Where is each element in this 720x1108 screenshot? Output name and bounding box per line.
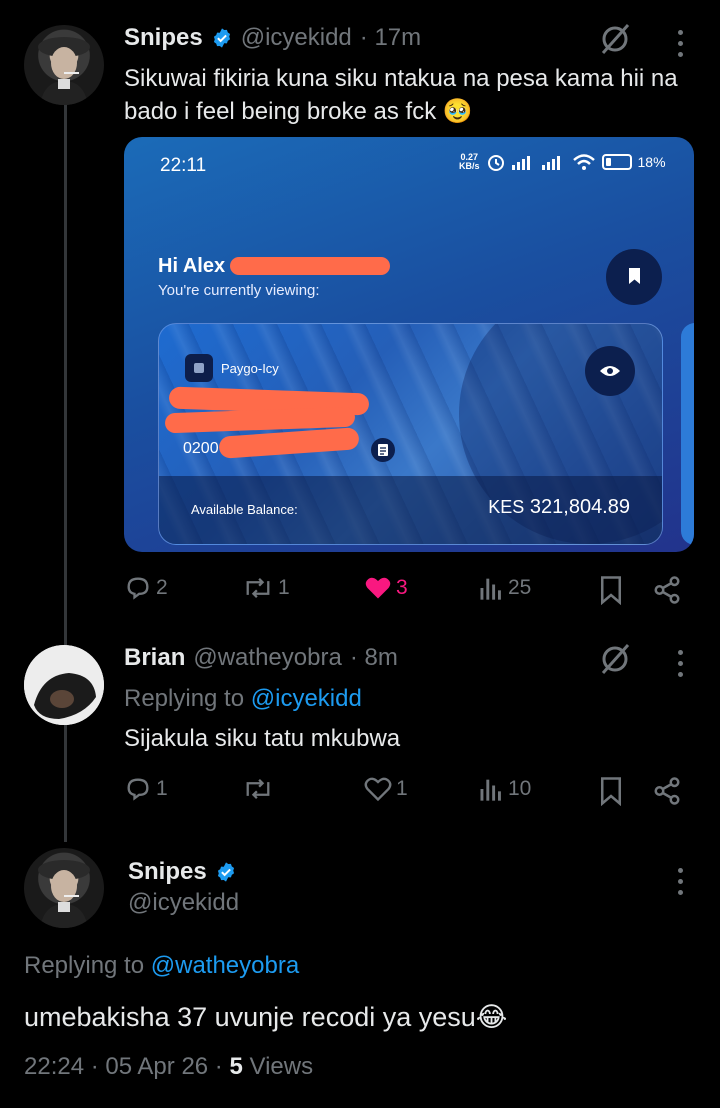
like-count: 3 <box>396 576 408 599</box>
tweet-meta: 22:24 · 05 Apr 26 · 5 Views <box>24 1053 313 1081</box>
reply-icon <box>127 778 149 801</box>
wifi-icon <box>572 154 595 170</box>
retweet-icon <box>246 578 270 598</box>
replying-to: Replying to @watheyobra <box>24 952 299 980</box>
account-name-row: Paygo-Icy <box>185 354 279 382</box>
balance-label: Available Balance: <box>191 502 298 517</box>
views-button[interactable]: 10 <box>478 775 531 803</box>
avatar-image <box>38 860 90 928</box>
next-card-peek <box>681 323 694 545</box>
avatar[interactable] <box>24 645 104 725</box>
alarm-icon <box>487 155 504 171</box>
reply-icon <box>127 577 149 600</box>
tweet-timestamp[interactable]: 22:24 · 05 Apr 26 · <box>24 1053 223 1080</box>
signal-icon <box>511 156 530 170</box>
avatar-image <box>38 37 90 105</box>
balance-value: 321,804.89 <box>529 496 630 518</box>
thread-line <box>64 104 67 652</box>
reply-button[interactable]: 1 <box>124 775 168 803</box>
replying-to: Replying to @icyekidd <box>124 685 362 713</box>
speed-unit: KB/s <box>459 161 480 171</box>
viewing-label: You're currently viewing: <box>158 282 320 299</box>
analytics-icon <box>480 578 501 600</box>
views-count: 5 <box>229 1053 243 1080</box>
handle[interactable]: @watheyobra <box>193 644 341 672</box>
eye-icon <box>585 346 635 396</box>
bookmark-icon[interactable] <box>598 776 624 806</box>
share-icon[interactable] <box>652 776 682 806</box>
bookmark-icon[interactable] <box>598 575 624 605</box>
handle[interactable]: @icyekidd <box>241 24 352 52</box>
retweet-button[interactable]: 1 <box>242 574 290 602</box>
tweet-header: Brian @watheyobra · 8m <box>124 644 398 672</box>
verified-badge-icon <box>217 862 234 882</box>
balance-bar: Available Balance: KES 321,804.89 <box>159 476 662 544</box>
avatar[interactable] <box>24 848 104 928</box>
replying-to-handle[interactable]: @watheyobra <box>151 952 299 979</box>
views-button[interactable]: 25 <box>478 574 531 602</box>
like-button[interactable]: 1 <box>364 775 408 803</box>
reply-button[interactable]: 2 <box>124 574 168 602</box>
retweet-button[interactable] <box>242 775 278 803</box>
like-count: 1 <box>396 777 408 800</box>
status-time: 22:11 <box>160 155 207 176</box>
tweet-text: Sikuwai fikiria kuna siku ntakua na pesa… <box>124 62 694 128</box>
timestamp[interactable]: · 17m <box>360 24 421 52</box>
retweet-icon <box>246 779 270 799</box>
greeting: Hi Alex <box>158 255 226 277</box>
avatar-image <box>24 645 104 725</box>
tweet-text: umebakisha 37 uvunje recodi ya yesu😂 <box>24 1002 507 1033</box>
tweet-header: Snipes @icyekidd · 17m <box>124 24 421 52</box>
replying-prefix: Replying to <box>124 685 245 712</box>
retweet-count: 1 <box>278 576 290 599</box>
battery-icon <box>601 154 632 170</box>
account-logo-icon <box>185 354 213 382</box>
share-icon[interactable] <box>652 575 682 605</box>
more-options-icon[interactable] <box>678 868 684 901</box>
signal-icon-2 <box>541 156 560 170</box>
more-options-icon[interactable] <box>678 30 684 63</box>
balance-value-row: KES 321,804.89 <box>488 496 630 519</box>
reply-count: 1 <box>156 777 168 800</box>
document-icon <box>371 438 395 462</box>
tweet-text: Sijakula siku tatu mkubwa <box>124 725 401 752</box>
display-name[interactable]: Snipes <box>128 858 207 886</box>
heart-filled-icon <box>365 577 391 599</box>
views-label: Views <box>249 1053 314 1080</box>
tweet-text-content: Sikuwai fikiria kuna siku ntakua na pesa… <box>124 65 678 125</box>
account-card: Paygo-Icy 0200 Available Balance: KES 32… <box>158 323 663 545</box>
heart-icon <box>364 777 392 802</box>
network-speed: 0.27 KB/s <box>459 153 480 171</box>
balance-currency: KES <box>488 497 525 517</box>
handle[interactable]: @icyekidd <box>128 889 239 917</box>
views-count: 10 <box>508 777 532 800</box>
laughing-emoji: 😂 <box>475 1002 508 1032</box>
like-button[interactable]: 3 <box>364 574 408 602</box>
reply-count: 2 <box>156 576 168 599</box>
grok-icon[interactable] <box>598 642 632 676</box>
attached-image[interactable]: 22:11 0.27 KB/s 18% Hi Alex You're curre… <box>124 137 694 552</box>
thread-line <box>64 724 67 842</box>
author-name-row: Snipes <box>128 858 237 886</box>
views-count: 25 <box>508 576 532 599</box>
account-number: 0200 <box>183 440 219 457</box>
display-name[interactable]: Brian <box>124 644 185 672</box>
replying-to-handle[interactable]: @icyekidd <box>251 685 362 712</box>
verified-badge-icon <box>213 28 230 48</box>
bookmark-button <box>606 249 662 305</box>
replying-prefix: Replying to <box>24 952 145 979</box>
analytics-icon <box>480 779 501 801</box>
status-bar-icons: 0.27 KB/s 18% <box>459 152 666 172</box>
pleading-face-emoji: 🥹 <box>442 98 473 125</box>
avatar[interactable] <box>24 25 104 105</box>
battery-level: 18% <box>637 154 666 170</box>
timestamp[interactable]: · 8m <box>350 644 398 672</box>
grok-icon[interactable] <box>598 22 632 56</box>
display-name[interactable]: Snipes <box>124 24 203 52</box>
more-options-icon[interactable] <box>678 650 684 683</box>
account-name: Paygo-Icy <box>221 360 279 376</box>
redaction-mark <box>230 257 390 275</box>
tweet-text-content: umebakisha 37 uvunje recodi ya yesu <box>24 1002 476 1032</box>
